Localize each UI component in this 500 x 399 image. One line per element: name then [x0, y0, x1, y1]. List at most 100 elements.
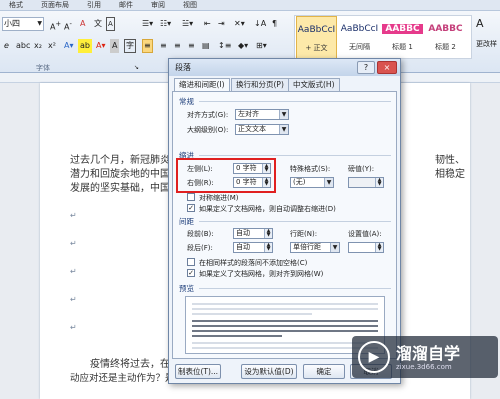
para-shading-icon[interactable]: ◆▾: [236, 39, 250, 53]
superscript-icon[interactable]: x²: [46, 39, 58, 53]
sort-icon[interactable]: ↓A: [252, 17, 268, 31]
tabs-button[interactable]: 制表位(T)...: [175, 364, 221, 379]
tab-indent-spacing[interactable]: 缩进和间距(I): [174, 78, 230, 92]
change-styles-icon[interactable]: A: [474, 17, 486, 31]
bullets-icon[interactable]: ☰▾: [140, 17, 155, 31]
tab-asian-typography[interactable]: 中文版式(H): [288, 78, 340, 91]
style-normal[interactable]: AaBbCcI + 正文: [296, 16, 337, 60]
preview-line: [192, 303, 378, 305]
help-button[interactable]: ?: [357, 61, 375, 74]
space-before-label: 段前(B):: [187, 230, 214, 238]
tab-mailings[interactable]: 邮件: [110, 0, 142, 10]
tab-view[interactable]: 视图: [174, 0, 206, 10]
style-heading-2[interactable]: AABBC 标题 2: [425, 16, 466, 60]
line-spacing-select[interactable]: 单倍行距 ▼: [290, 242, 340, 253]
ribbon-tab-bar: 格式 页面布局 引用 邮件 审阅 视图: [0, 0, 500, 11]
doc-line-1: 过去几个月，新冠肺炎: [70, 155, 170, 166]
space-after-value: 自动: [236, 243, 250, 251]
border-icon[interactable]: ⊞▾: [254, 39, 269, 53]
mirror-indents-checkbox[interactable]: [187, 193, 195, 201]
decrease-indent-icon[interactable]: ⇤: [202, 17, 213, 31]
divider: [199, 155, 391, 156]
watermark-url: zixue.3d66.com: [396, 363, 452, 371]
line-spacing-label: 行距(N):: [290, 230, 318, 238]
font-size-select[interactable]: 小四 ▼: [2, 17, 44, 31]
paragraph-mark-icon: ↵: [70, 323, 77, 332]
special-format-select[interactable]: (无) ▼: [290, 177, 334, 188]
numbering-icon[interactable]: ☷▾: [158, 17, 173, 31]
alignment-select[interactable]: 左对齐 ▼: [235, 109, 289, 120]
char-border-icon[interactable]: A: [106, 17, 115, 31]
outline-level-select[interactable]: 正文文本 ▼: [235, 124, 289, 135]
mirror-indents-label: 对称缩进(M): [199, 194, 239, 202]
at-input[interactable]: ▲ ▼: [348, 242, 384, 253]
chevron-down-icon: ▼: [37, 20, 42, 27]
auto-adjust-checkbox[interactable]: ✓: [187, 204, 195, 212]
align-center-icon[interactable]: ≡: [158, 39, 169, 53]
tab-line-page-breaks[interactable]: 换行和分页(P): [231, 78, 289, 91]
dialog-body: 常规 对齐方式(G): 左对齐 ▼ 大纲级别(O): 正文文本 ▼ 缩进 左侧(…: [172, 91, 397, 359]
chevron-down-icon: ▼: [330, 243, 339, 252]
font-color-icon[interactable]: A▾: [94, 39, 108, 53]
line-spacing-icon[interactable]: ↕≡: [216, 39, 233, 53]
space-after-input[interactable]: 自动 ▲ ▼: [233, 242, 273, 253]
chinese-layout-icon[interactable]: ✕▾: [232, 17, 247, 31]
tab-references[interactable]: 引用: [78, 0, 110, 10]
subscript-icon[interactable]: x₂: [32, 39, 44, 53]
by-input[interactable]: ▲ ▼: [348, 177, 384, 188]
distribute-icon[interactable]: ▤: [200, 39, 212, 53]
change-styles-label[interactable]: 更改样: [474, 37, 499, 51]
spinner-icon[interactable]: ▲ ▼: [264, 229, 272, 238]
paragraph-mark-icon: ↵: [70, 267, 77, 276]
style-heading-1[interactable]: AABBC 标题 1: [382, 16, 423, 60]
doc-line-2-right: 相稳定: [435, 169, 465, 180]
styles-gallery: AaBbCcI + 正文 AaBbCcI 无间隔 AABBC 标题 1 AABB…: [294, 15, 472, 60]
section-general: 常规: [179, 97, 194, 106]
font-group-label: 字体: [36, 64, 50, 72]
ok-button[interactable]: 确定: [303, 364, 345, 379]
highlight-box: [176, 158, 276, 193]
align-left-icon[interactable]: ≡: [142, 39, 153, 53]
style-preview: AABBC: [382, 24, 423, 34]
doc-line-1-right: 韧性、: [435, 155, 465, 166]
clear-format-icon[interactable]: A: [78, 17, 87, 31]
enclose-icon[interactable]: 字: [124, 39, 136, 53]
grow-font-icon[interactable]: A+: [48, 17, 63, 32]
spinner-icon[interactable]: ▲ ▼: [375, 178, 383, 187]
close-button[interactable]: ×: [377, 61, 397, 74]
preview-line: [192, 325, 378, 327]
italic-partial-icon[interactable]: e: [2, 39, 11, 53]
snap-grid-checkbox[interactable]: ✓: [187, 269, 195, 277]
preview-line: [192, 335, 282, 337]
shrink-font-icon[interactable]: A-: [62, 17, 74, 32]
paragraph-mark-icon: ↵: [70, 211, 77, 220]
doc-line-2: 潜力和回旋余地的中国: [70, 169, 170, 180]
style-preview: AaBbCcI: [297, 25, 336, 35]
no-space-checkbox[interactable]: [187, 258, 195, 266]
align-right-icon[interactable]: ≡: [172, 39, 183, 53]
highlight-icon[interactable]: ab: [78, 39, 92, 53]
increase-indent-icon[interactable]: ⇥: [216, 17, 227, 31]
phonetic-icon[interactable]: 文: [92, 17, 104, 31]
outline-level-label: 大纲级别(O):: [187, 126, 229, 134]
space-before-value: 自动: [236, 229, 250, 237]
divider: [199, 101, 391, 102]
set-default-button[interactable]: 设为默认值(D): [241, 364, 297, 379]
shading-icon[interactable]: A: [110, 39, 120, 53]
style-name: 标题 1: [392, 43, 413, 51]
by-label: 磅值(Y):: [348, 165, 375, 173]
space-before-input[interactable]: 自动 ▲ ▼: [233, 228, 273, 239]
chevron-down-icon: ▼: [279, 110, 288, 119]
style-no-spacing[interactable]: AaBbCcI 无间隔: [339, 16, 380, 60]
multilevel-icon[interactable]: ☱▾: [180, 17, 195, 31]
show-marks-icon[interactable]: ¶: [270, 17, 279, 31]
tab-review[interactable]: 审阅: [142, 0, 174, 10]
justify-icon[interactable]: ≡: [186, 39, 197, 53]
text-effect-icon[interactable]: A▾: [62, 39, 76, 53]
tab-page-layout[interactable]: 页面布局: [32, 0, 78, 10]
strike-icon[interactable]: abc: [14, 39, 32, 53]
spinner-icon[interactable]: ▲ ▼: [264, 243, 272, 252]
tab-format[interactable]: 格式: [0, 0, 32, 10]
spinner-icon[interactable]: ▲ ▼: [375, 243, 383, 252]
space-after-label: 段后(F):: [187, 244, 213, 252]
